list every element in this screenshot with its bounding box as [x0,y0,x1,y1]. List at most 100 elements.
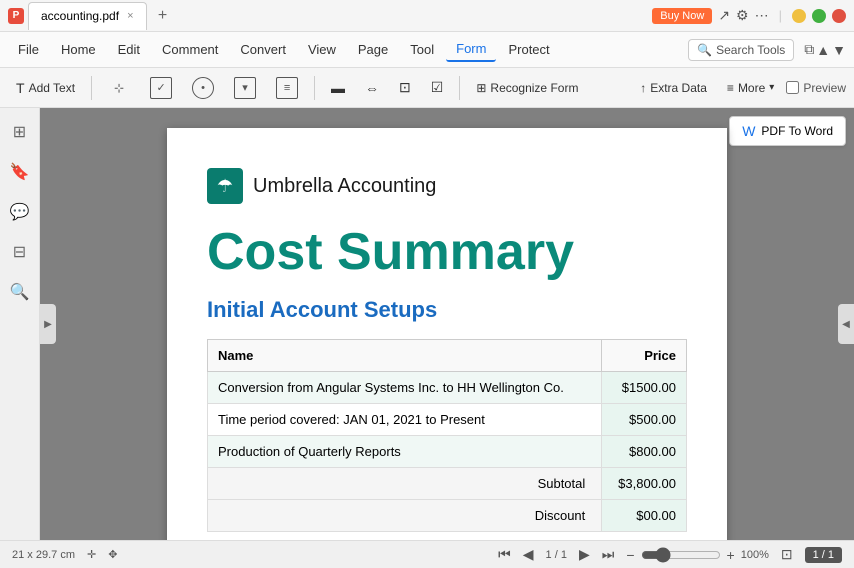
share-icon[interactable]: ↗ [718,7,730,24]
listbox-tool-button[interactable]: ≡ [268,73,306,103]
settings-icon[interactable]: ⚙ [736,7,749,24]
sidebar-comment-icon[interactable]: 💬 [4,196,36,228]
status-bar: 21 x 29.7 cm ✛ ✥ ⏮ ◀ 1 / 1 ▶ ⏭ − + 100% … [0,540,854,568]
toolbar: T Add Text ⊹ ✓ • ▾ ≡ ▬ ⇔ ⊡ ☑ ⊞ Recognize… [0,68,854,108]
menu-dots-icon[interactable]: ⋯ [755,7,769,24]
radio-button-tool[interactable]: • [184,73,222,103]
main-area: ⊞ 🔖 💬 ⊟ 🔍 ▶ W PDF To Word ◀ ☂ Umbrella A… [0,108,854,540]
dropdown-tool-button[interactable]: ▾ [226,73,264,103]
menu-page[interactable]: Page [348,38,398,61]
cost-table: Name Price Conversion from Angular Syste… [207,339,687,532]
zoom-in-button[interactable]: + [727,547,735,563]
sidebar-search-icon[interactable]: 🔍 [4,276,36,308]
prev-page-button[interactable]: ◀ [523,546,534,563]
zoom-level: 100% [741,549,769,561]
more-icon: ≡ [727,81,734,95]
zoom-controls: − + 100% [626,547,769,563]
toolbar-separator-3 [459,76,460,100]
table-header-name: Name [208,340,602,372]
preview-toggle[interactable]: Preview [786,81,846,95]
row-name: Conversion from Angular Systems Inc. to … [208,372,602,404]
next-page-button[interactable]: ▶ [579,546,590,563]
add-text-icon: T [16,80,25,96]
maximize-button[interactable] [812,9,826,23]
subtotal-row: Subtotal $3,800.00 [208,468,687,500]
photo-tool-button[interactable]: ⊡ [391,75,419,100]
extra-data-button[interactable]: ↑ Extra Data [632,77,715,99]
checkbox-button[interactable]: ✓ [142,73,180,103]
check-tool-button[interactable]: ☑ [423,75,452,100]
row-price: $800.00 [602,436,687,468]
select-tool-button[interactable]: ⊹ [100,73,138,103]
image-tool-button[interactable]: ▬ [323,76,353,100]
align-icon: ⇔ [365,80,379,96]
cost-summary-title: Cost Summary [207,224,687,281]
hand-tool-icon[interactable]: ✥ [108,548,117,561]
discount-label: Discount [208,500,602,532]
pdf-canvas[interactable]: W PDF To Word ◀ ☂ Umbrella Accounting Co… [40,108,854,540]
last-page-button[interactable]: ⏭ [602,546,615,563]
collapse-right-arrow[interactable]: ◀ [838,304,854,344]
more-chevron-icon: ▾ [769,82,774,93]
subtotal-label: Subtotal [208,468,602,500]
menu-bar: File Home Edit Comment Convert View Page… [0,32,854,68]
checkbox-icon: ✓ [150,77,172,99]
pdf-to-word-button[interactable]: W PDF To Word [729,116,846,146]
align-tool-button[interactable]: ⇔ [357,76,387,100]
cursor-tool-icon[interactable]: ✛ [87,548,96,561]
menu-file[interactable]: File [8,38,49,61]
add-text-button[interactable]: T Add Text [8,76,83,100]
sidebar-bookmark-icon[interactable]: 🔖 [4,156,36,188]
dropdown-icon: ▾ [234,77,256,99]
new-tab-button[interactable]: + [151,4,175,28]
menu-protect[interactable]: Protect [498,38,559,61]
discount-value: $00.00 [602,500,687,532]
radio-icon: • [192,77,214,99]
menu-convert[interactable]: Convert [230,38,296,61]
close-button[interactable] [832,9,846,23]
buy-now-button[interactable]: Buy Now [652,8,712,24]
sidebar-pages-icon[interactable]: ⊞ [4,116,36,148]
first-page-button[interactable]: ⏮ [498,546,511,563]
toolbar-separator-2 [314,76,315,100]
subtotal-value: $3,800.00 [602,468,687,500]
menu-tool[interactable]: Tool [400,38,444,61]
pdf-to-word-icon: W [742,123,755,139]
menu-view[interactable]: View [298,38,346,61]
page-number-display: 1 / 1 [546,549,567,561]
title-controls: Buy Now ↗ ⚙ ⋯ | [652,7,846,24]
upload-icon: ↑ [640,81,646,95]
more-button[interactable]: ≡ More ▾ [719,77,782,99]
listbox-icon: ≡ [276,77,298,99]
recognize-form-button[interactable]: ⊞ Recognize Form [468,77,586,99]
table-row: Conversion from Angular Systems Inc. to … [208,372,687,404]
menu-home[interactable]: Home [51,38,106,61]
row-name: Time period covered: JAN 01, 2021 to Pre… [208,404,602,436]
collapse-left-arrow[interactable]: ▶ [40,304,56,344]
preview-checkbox[interactable] [786,81,799,94]
minimize-button[interactable] [792,9,806,23]
zoom-slider[interactable] [641,547,721,563]
discount-row: Discount $00.00 [208,500,687,532]
table-row: Production of Quarterly Reports $800.00 [208,436,687,468]
company-name: Umbrella Accounting [253,175,436,198]
menu-edit[interactable]: Edit [108,38,150,61]
menu-comment[interactable]: Comment [152,38,228,61]
tab-close-button[interactable]: × [127,10,133,22]
app-icon: P [8,8,24,24]
chevron-up-icon[interactable]: ▲ [816,42,830,58]
chevron-down-icon[interactable]: ▼ [832,42,846,58]
search-tools[interactable]: 🔍 Search Tools [688,39,794,61]
check-icon: ☑ [431,79,444,96]
company-header: ☂ Umbrella Accounting [207,168,687,204]
pdf-page: ☂ Umbrella Accounting Cost Summary Initi… [167,128,727,540]
content-area: ▶ W PDF To Word ◀ ☂ Umbrella Accounting … [40,108,854,540]
umbrella-icon: ☂ [207,168,243,204]
menu-form[interactable]: Form [446,37,496,62]
sidebar-layers-icon[interactable]: ⊟ [4,236,36,268]
tab-accounting[interactable]: accounting.pdf × [28,2,147,30]
fit-page-button[interactable]: ⊡ [781,546,793,563]
image-icon: ▬ [331,80,345,96]
zoom-out-button[interactable]: − [626,547,634,563]
external-link-icon[interactable]: ⧉ [804,41,814,58]
